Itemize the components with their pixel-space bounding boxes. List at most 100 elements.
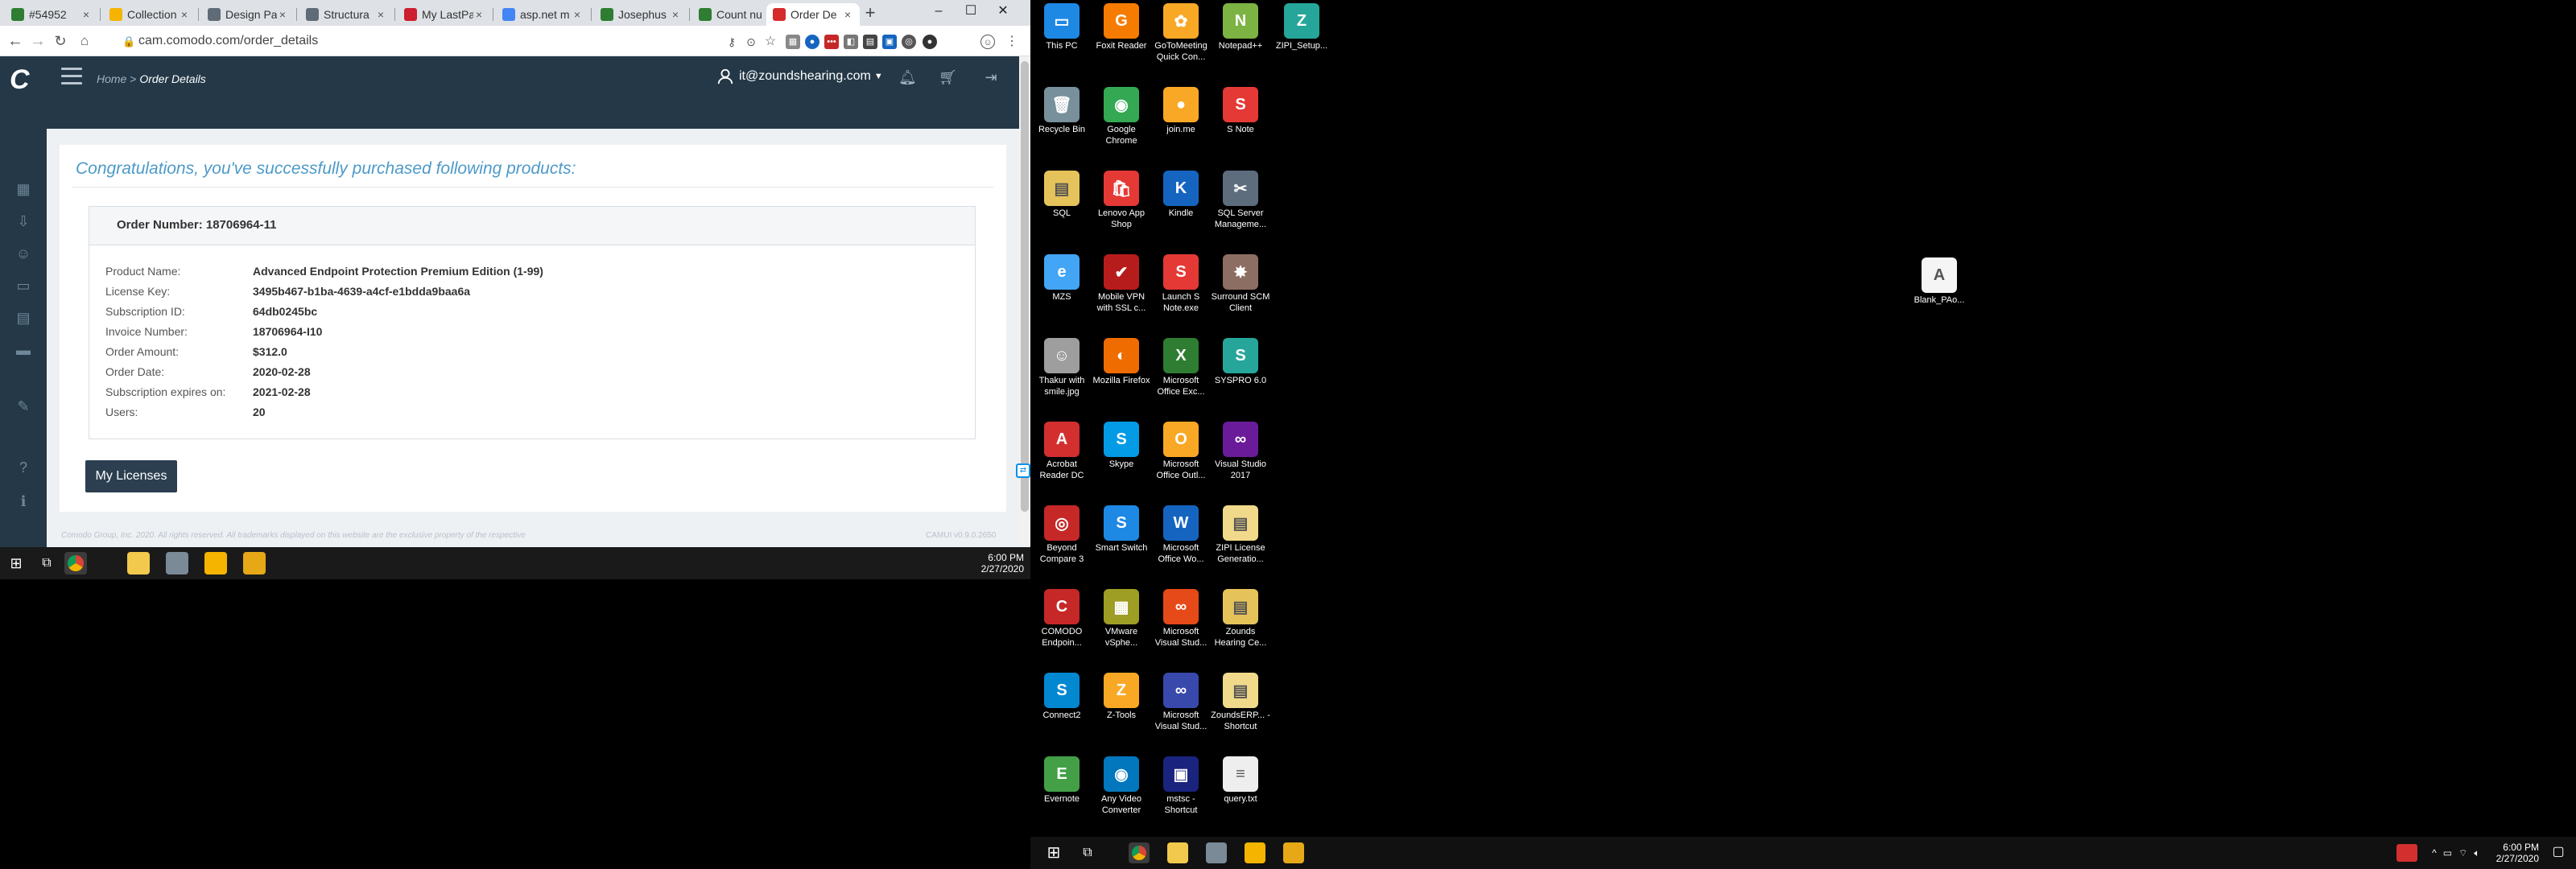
- desktop-shortcut[interactable]: N Notepad++: [1211, 0, 1270, 51]
- desktop-shortcut[interactable]: S SYSPRO 6.0: [1211, 335, 1270, 386]
- desktop-shortcut[interactable]: S S Note: [1211, 84, 1270, 135]
- desktop-shortcut[interactable]: ▭ This PC: [1032, 0, 1092, 51]
- address-bar[interactable]: cam.comodo.com/order_details: [138, 32, 318, 50]
- ztools-icon[interactable]: [1283, 842, 1304, 863]
- desktop-shortcut[interactable]: A Blank_PAo...: [1909, 254, 1969, 306]
- comodo-tray-icon[interactable]: [2396, 844, 2418, 862]
- desktop-shortcut[interactable]: ▦ VMware vSphe...: [1092, 586, 1151, 649]
- browser-tab[interactable]: asp.net m ×: [496, 3, 589, 26]
- browser-tab[interactable]: Collection ×: [103, 3, 196, 26]
- close-tab-icon[interactable]: ×: [670, 8, 681, 21]
- desktop-shortcut[interactable]: ◉ Google Chrome: [1092, 84, 1151, 146]
- info-icon[interactable]: ℹ: [14, 492, 32, 510]
- desktop-shortcut[interactable]: A Acrobat Reader DC: [1032, 418, 1092, 481]
- profile-avatar[interactable]: ☺: [980, 35, 995, 49]
- desktop-shortcut[interactable]: W Microsoft Office Wo...: [1151, 502, 1211, 565]
- close-tab-icon[interactable]: ×: [179, 8, 190, 21]
- desktop-shortcut[interactable]: ▤ SQL: [1032, 167, 1092, 219]
- billing-icon[interactable]: ▬: [14, 341, 32, 359]
- browser-tab[interactable]: Structura ×: [299, 3, 393, 26]
- desktop-shortcut[interactable]: ◐ Mozilla Firefox: [1092, 335, 1151, 386]
- close-tab-icon[interactable]: ×: [375, 8, 386, 21]
- my-licenses-button[interactable]: My Licenses: [85, 460, 177, 492]
- desktop-shortcut[interactable]: ✿ GoToMeeting Quick Con...: [1151, 0, 1211, 63]
- extension-icon[interactable]: ●: [805, 35, 819, 49]
- browser-tab[interactable]: #54952 ×: [5, 3, 98, 26]
- desktop-shortcut[interactable]: 🛍 Lenovo App Shop: [1092, 167, 1151, 230]
- cart-icon[interactable]: 🛒︎: [939, 69, 957, 87]
- browser-tab[interactable]: Order De ×: [766, 3, 860, 26]
- windows-start-icon[interactable]: ⊞: [1043, 842, 1064, 863]
- extension-icon[interactable]: ◧: [844, 35, 858, 49]
- desktop-shortcut[interactable]: S Skype: [1092, 418, 1151, 470]
- desktop-shortcut[interactable]: ∞ Visual Studio 2017: [1211, 418, 1270, 481]
- close-tab-icon[interactable]: ×: [842, 8, 853, 21]
- close-tab-icon[interactable]: ×: [80, 8, 92, 21]
- extension-icon[interactable]: ▦: [786, 35, 800, 49]
- network-icon[interactable]: ▭: [2443, 847, 2452, 859]
- windows-start-icon[interactable]: ⊞: [5, 552, 27, 575]
- desktop-shortcut[interactable]: ▤ ZIPI License Generatio...: [1211, 502, 1270, 565]
- desktop-shortcut[interactable]: S Smart Switch: [1092, 502, 1151, 554]
- desktop-shortcut[interactable]: S Connect2: [1032, 669, 1092, 721]
- desktop-shortcut[interactable]: ∞ Microsoft Visual Stud...: [1151, 586, 1211, 649]
- back-button[interactable]: ←: [5, 31, 26, 51]
- bell-icon[interactable]: 🔔︎: [898, 69, 917, 87]
- explorer-icon[interactable]: [1245, 842, 1265, 863]
- taskbar-clock[interactable]: 6:00 PM 2/27/2020: [981, 552, 1024, 575]
- teamviewer-icon[interactable]: ⇄: [1016, 463, 1030, 478]
- download-icon[interactable]: ⇩: [14, 212, 32, 230]
- help-icon[interactable]: ?: [14, 459, 32, 476]
- tools-icon[interactable]: ✎: [14, 397, 32, 415]
- close-tab-icon[interactable]: ×: [572, 8, 583, 21]
- file-explorer-icon[interactable]: [127, 552, 150, 575]
- desktop-shortcut[interactable]: S Launch S Note.exe: [1151, 251, 1211, 314]
- extension-icon[interactable]: ▤: [863, 35, 877, 49]
- desktop-shortcut[interactable]: X Microsoft Office Exc...: [1151, 335, 1211, 397]
- reload-button[interactable]: ↻: [50, 31, 71, 51]
- close-window-button[interactable]: ✕: [987, 2, 1019, 23]
- desktop-shortcut[interactable]: ◎ Beyond Compare 3: [1032, 502, 1092, 565]
- desktop-shortcut[interactable]: C COMODO Endpoin...: [1032, 586, 1092, 649]
- new-tab-button[interactable]: +: [861, 4, 879, 23]
- desktop-shortcut[interactable]: ▤ Zounds Hearing Ce...: [1211, 586, 1270, 649]
- browser-tab[interactable]: My LastPa ×: [398, 3, 491, 26]
- desktop-shortcut[interactable]: Z ZIPI_Setup...: [1272, 0, 1331, 51]
- browser-tab[interactable]: Josephus ×: [594, 3, 687, 26]
- breadcrumb-home-link[interactable]: Home: [97, 72, 126, 85]
- logout-icon[interactable]: ⇥: [982, 69, 1000, 87]
- sql-tools-icon[interactable]: [166, 552, 188, 575]
- task-view-icon[interactable]: ⧉: [35, 552, 58, 575]
- lock-icon[interactable]: 🔒: [122, 35, 135, 47]
- bookmark-star-icon[interactable]: ☆: [763, 35, 778, 49]
- desktop-shortcut[interactable]: ● join.me: [1151, 84, 1211, 135]
- task-view-icon[interactable]: ⧉: [1077, 842, 1098, 863]
- notifications-icon[interactable]: ▢: [2549, 843, 2568, 863]
- maximize-button[interactable]: ☐: [955, 2, 987, 23]
- chrome-taskbar-icon[interactable]: [64, 552, 87, 575]
- volume-icon[interactable]: 🔈︎: [2474, 847, 2479, 859]
- desktop-shortcut[interactable]: G Foxit Reader: [1092, 0, 1151, 51]
- menu-toggle-icon[interactable]: [61, 68, 82, 87]
- wifi-icon[interactable]: ⌔: [2458, 847, 2467, 859]
- scrollbar-thumb[interactable]: [1021, 61, 1029, 512]
- zoom-icon[interactable]: ⊙: [744, 35, 758, 49]
- browser-tab[interactable]: Design Pa ×: [201, 3, 295, 26]
- minimize-button[interactable]: –: [923, 2, 955, 23]
- sql-tools-icon[interactable]: [1206, 842, 1227, 863]
- extension-icon[interactable]: ●: [923, 35, 937, 49]
- dashboard-icon[interactable]: ▦: [14, 180, 32, 198]
- desktop-shortcut[interactable]: O Microsoft Office Outl...: [1151, 418, 1211, 481]
- desktop-shortcut[interactable]: Z Z-Tools: [1092, 669, 1151, 721]
- close-tab-icon[interactable]: ×: [473, 8, 485, 21]
- file-explorer-icon[interactable]: [1167, 842, 1188, 863]
- desktop-shortcut[interactable]: ✔ Mobile VPN with SSL c...: [1092, 251, 1151, 314]
- ztools-icon[interactable]: [243, 552, 266, 575]
- chevron-up-icon[interactable]: ^: [2432, 847, 2437, 859]
- user-menu[interactable]: it@zoundshearing.com ▼: [716, 68, 883, 85]
- chrome-taskbar-icon[interactable]: [1129, 842, 1150, 863]
- desktop-shortcut[interactable]: ✸ Surround SCM Client: [1211, 251, 1270, 314]
- browser-menu-icon[interactable]: ⋮: [1005, 35, 1019, 49]
- extension-icon[interactable]: ▣: [882, 35, 897, 49]
- extension-icon[interactable]: ◎: [902, 35, 916, 49]
